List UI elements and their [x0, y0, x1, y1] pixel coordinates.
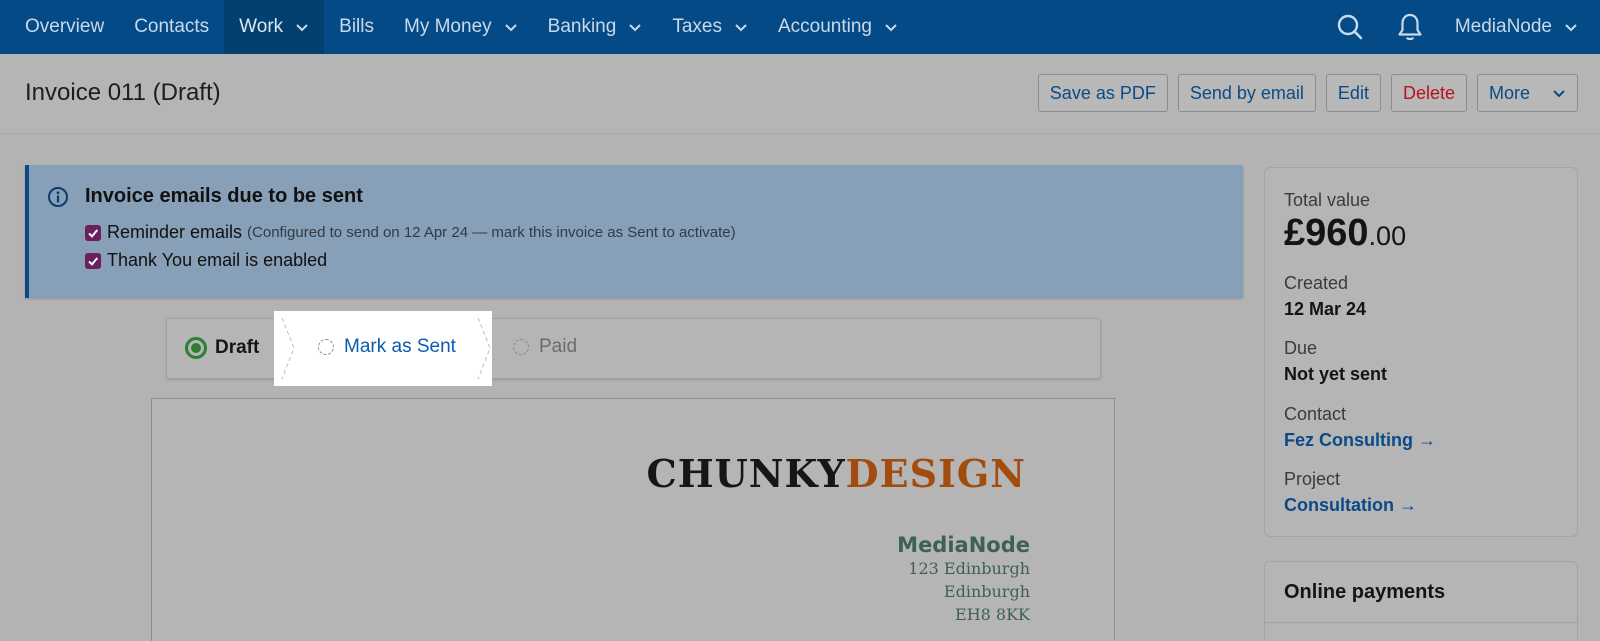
- account-menu[interactable]: MediaNode: [1455, 16, 1578, 38]
- contact-link[interactable]: Fez Consulting →: [1284, 430, 1436, 451]
- chevron-down-icon: [735, 24, 747, 32]
- company-address: MediaNode 123 Edinburgh Edinburgh EH8 8K…: [897, 533, 1030, 626]
- invoice-emails-alert: Invoice emails due to be sent Reminder e…: [25, 165, 1243, 298]
- chevron-down-icon: [296, 24, 308, 32]
- chevron-down-icon: [1553, 90, 1565, 98]
- bell-icon[interactable]: [1395, 12, 1425, 42]
- nav-label: Taxes: [672, 16, 722, 37]
- due-value: Not yet sent: [1284, 364, 1388, 384]
- reminder-emails-row: Reminder emails (Configured to send on 1…: [85, 222, 736, 243]
- thank-you-email-row: Thank You email is enabled: [85, 250, 327, 271]
- created-value: 12 Mar 24: [1284, 299, 1367, 319]
- reminder-emails-note: (Configured to send on 12 Apr 24 — mark …: [247, 224, 736, 241]
- company-name: MediaNode: [897, 533, 1030, 557]
- more-button[interactable]: More: [1476, 74, 1578, 112]
- total-main: £960: [1284, 212, 1369, 254]
- page-header: Invoice 011 (Draft) Save as PDF Send by …: [0, 54, 1600, 134]
- pending-step-icon: [513, 339, 529, 355]
- nav-label: Overview: [25, 16, 105, 37]
- address-line: 123 Edinburgh: [908, 559, 1030, 578]
- pending-step-icon: [318, 339, 334, 355]
- nav-right: MediaNode: [1335, 0, 1578, 54]
- thank-you-email-label: Thank You email is enabled: [107, 250, 328, 270]
- step-draft: Draft: [185, 337, 259, 359]
- paid-step[interactable]: Paid: [513, 336, 577, 358]
- nav-label: My Money: [404, 16, 492, 37]
- step-separator: [477, 318, 491, 379]
- reminder-emails-checkbox[interactable]: [85, 224, 101, 241]
- online-payments-panel: Online payments: [1264, 561, 1579, 641]
- chevron-down-icon: [504, 24, 517, 32]
- chevron-down-icon: [1565, 24, 1577, 32]
- chevron-down-icon: [885, 24, 897, 32]
- step-draft-label: Draft: [215, 337, 260, 358]
- nav-overview[interactable]: Overview: [0, 0, 119, 54]
- mark-as-sent-label: Mark as Sent: [344, 336, 456, 357]
- nav-accounting[interactable]: Accounting: [763, 0, 913, 54]
- address-line: Edinburgh: [943, 582, 1030, 601]
- total-value-label: Total value: [1284, 190, 1371, 210]
- send-by-email-button[interactable]: Send by email: [1177, 74, 1316, 112]
- invoice-preview: CHUNKYDESIGN MediaNode 123 Edinburgh Edi…: [151, 398, 1115, 641]
- company-logo: CHUNKYDESIGN: [647, 451, 1026, 496]
- paid-label: Paid: [539, 336, 578, 357]
- nav-label: Contacts: [134, 16, 210, 37]
- nav-bills[interactable]: Bills: [324, 0, 389, 54]
- total-value-amount: £960.00: [1284, 212, 1406, 255]
- nav-label: Banking: [547, 16, 617, 37]
- edit-button[interactable]: Edit: [1325, 74, 1381, 112]
- save-as-pdf-button[interactable]: Save as PDF: [1037, 74, 1168, 112]
- project-label: Project: [1284, 469, 1341, 489]
- delete-button[interactable]: Delete: [1390, 74, 1467, 112]
- account-name: MediaNode: [1454, 16, 1552, 37]
- address-line: EH8 8KK: [955, 605, 1030, 624]
- top-nav: Overview Contacts Work Bills My Money Ba…: [0, 0, 1600, 54]
- search-icon[interactable]: [1335, 12, 1365, 42]
- info-icon: [48, 187, 68, 207]
- check-icon: [88, 228, 99, 238]
- nav-my-money[interactable]: My Money: [389, 0, 533, 54]
- page-title: Invoice 011 (Draft): [25, 79, 221, 106]
- logo-text-chunky: CHUNKY: [646, 451, 846, 496]
- reminder-emails-label: Reminder emails: [107, 222, 243, 242]
- online-payments-title: Online payments: [1284, 581, 1446, 603]
- nav-banking[interactable]: Banking: [533, 0, 658, 54]
- invoice-summary-panel: Total value £960.00 Created 12 Mar 24 Du…: [1264, 167, 1578, 537]
- more-label: More: [1488, 82, 1530, 103]
- nav-label: Work: [239, 16, 284, 37]
- created-label: Created: [1284, 273, 1349, 293]
- alert-title: Invoice emails due to be sent: [85, 185, 363, 207]
- total-pence: .00: [1368, 221, 1407, 251]
- divider: [1265, 622, 1579, 623]
- nav-label: Accounting: [777, 16, 872, 37]
- contact-label: Contact: [1284, 404, 1347, 424]
- nav-contacts[interactable]: Contacts: [119, 0, 224, 54]
- nav-work[interactable]: Work: [224, 0, 325, 54]
- thank-you-email-checkbox[interactable]: [85, 252, 101, 269]
- check-icon: [88, 256, 99, 266]
- due-label: Due: [1284, 338, 1318, 358]
- project-link[interactable]: Consultation →: [1284, 495, 1417, 516]
- nav-taxes[interactable]: Taxes: [657, 0, 763, 54]
- completed-step-icon: [185, 337, 207, 359]
- step-separator: [281, 318, 295, 379]
- logo-text-design: DESIGN: [845, 451, 1026, 496]
- nav-label: Bills: [339, 16, 374, 37]
- header-actions: Save as PDF Send by email Edit Delete Mo…: [1028, 74, 1578, 112]
- chevron-down-icon: [629, 24, 642, 32]
- mark-as-sent-step[interactable]: Mark as Sent: [318, 336, 456, 358]
